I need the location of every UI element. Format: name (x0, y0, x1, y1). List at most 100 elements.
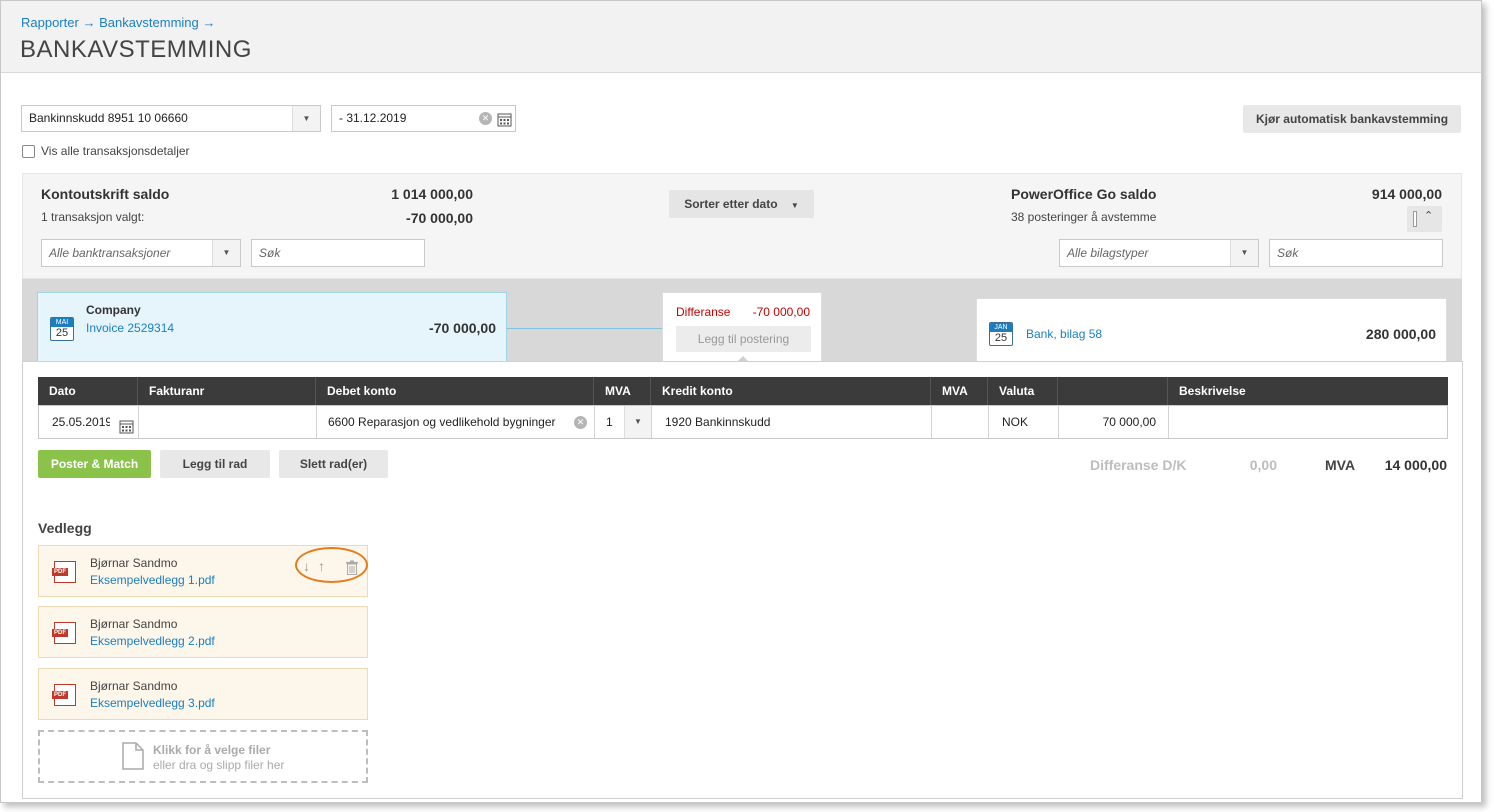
show-details-label: Vis alle transaksjonsdetaljer (41, 144, 190, 158)
file-icon (122, 742, 144, 770)
account-select[interactable]: Bankinnskudd 8951 10 06660 ▼ (21, 105, 321, 132)
voucher-type-filter-value: Alle bilagstyper (1067, 246, 1149, 260)
debit-account-cell[interactable]: 6600 Reparasjon og vedlikehold bygninger… (317, 406, 595, 438)
pdf-icon: PDF (52, 684, 76, 706)
column-header-amount (1058, 377, 1168, 405)
date-field-value: - 31.12.2019 (339, 111, 407, 125)
bank-search-input[interactable]: Søk (251, 239, 425, 267)
calendar-date-icon: MAI 25 (50, 317, 74, 341)
ledger-voucher-link[interactable]: Bank, bilag 58 (1026, 327, 1102, 341)
ledger-search-input[interactable]: Søk (1269, 239, 1443, 267)
pdf-icon-label: PDF (52, 568, 68, 576)
attachment-author: Bjørnar Sandmo (90, 556, 178, 570)
column-header-description: Beskrivelse (1179, 384, 1246, 398)
column-header-vat2: MVA (931, 377, 988, 405)
breadcrumb-link-rapporter[interactable]: Rapporter (21, 15, 79, 30)
delete-rows-button[interactable]: Slett rad(er) (279, 450, 388, 478)
trash-icon[interactable] (345, 560, 359, 575)
breadcrumb-link-bankavstemming[interactable]: Bankavstemming (99, 15, 199, 30)
date-cell-value: 25.05.2019 (52, 415, 110, 429)
clear-icon[interactable]: ✕ (479, 112, 492, 125)
auto-reconcile-button[interactable]: Kjør automatisk bankavstemming (1243, 105, 1461, 133)
difference-dk-label: Differanse D/K (1090, 457, 1187, 473)
calendar-day: 25 (994, 332, 1008, 344)
collapse-toggle[interactable]: ⌃ (1407, 206, 1442, 232)
amount-cell[interactable]: 70 000,00 (1059, 406, 1169, 438)
calendar-icon[interactable] (497, 111, 512, 127)
column-header-vat: MVA (594, 377, 651, 405)
dropzone-title: Klikk for å velge filer (153, 743, 271, 757)
app-window: Rapporter → Bankavstemming → BANKAVSTEMM… (0, 0, 1482, 803)
ledger-entry-card[interactable]: JAN 25 Bank, bilag 58 280 000,00 (976, 298, 1447, 362)
difference-card: Differanse -70 000,00 Legg til postering (662, 292, 822, 364)
attachment-file-link[interactable]: Eksempelvedlegg 2.pdf (90, 634, 215, 648)
invoice-cell[interactable] (139, 406, 317, 438)
attachment-item[interactable]: PDF Bjørnar Sandmo Eksempelvedlegg 1.pdf… (38, 545, 368, 597)
calendar-icon[interactable] (119, 414, 134, 434)
ledger-count-label: 38 posteringer å avstemme (1011, 210, 1157, 224)
difference-amount: -70 000,00 (752, 305, 810, 319)
chevron-down-icon[interactable]: ▼ (292, 106, 320, 131)
column-header-invoice: Fakturanr (138, 377, 316, 405)
show-details-checkbox[interactable] (22, 145, 35, 158)
ledger-amount: 280 000,00 (1365, 326, 1436, 342)
bank-balance-title: Kontoutskrift saldo (41, 186, 170, 202)
vat2-cell[interactable] (932, 406, 989, 438)
move-up-icon[interactable]: ↑ (318, 558, 325, 574)
clear-icon[interactable]: ✕ (574, 416, 587, 429)
date-field[interactable]: - 31.12.2019 ✕ (331, 105, 516, 132)
page-title: BANKAVSTEMMING (20, 36, 252, 63)
bank-transaction-filter-value: Alle banktransaksjoner (49, 246, 171, 260)
attachment-item[interactable]: PDF Bjørnar Sandmo Eksempelvedlegg 2.pdf (38, 606, 368, 658)
dropzone-subtitle: eller dra og slipp filer her (153, 758, 285, 772)
pdf-icon-label: PDF (52, 691, 68, 699)
attachment-file-link[interactable]: Eksempelvedlegg 3.pdf (90, 696, 215, 710)
header: Rapporter → Bankavstemming → BANKAVSTEMM… (1, 1, 1481, 73)
pdf-icon: PDF (52, 561, 76, 583)
vat-total-value: 14 000,00 (1384, 457, 1447, 473)
sort-by-date-button[interactable]: Sorter etter dato ▼ (669, 190, 814, 218)
breadcrumb-separator: → (202, 15, 216, 30)
post-and-match-button[interactable]: Poster & Match (38, 450, 151, 478)
voucher-type-filter[interactable]: Alle bilagstyper ▼ (1059, 239, 1259, 267)
date-cell[interactable]: 25.05.2019 (39, 406, 139, 438)
bank-transaction-filter[interactable]: Alle banktransaksjoner ▼ (41, 239, 241, 267)
ledger-balance-value: 914 000,00 (1371, 186, 1442, 202)
attachment-item[interactable]: PDF Bjørnar Sandmo Eksempelvedlegg 3.pdf (38, 668, 368, 720)
add-posting-button[interactable]: Legg til postering (676, 326, 811, 352)
selected-amount: -70 000,00 (406, 210, 473, 226)
ledger-balance-title: PowerOffice Go saldo (1011, 186, 1157, 202)
calendar-month: JAN (990, 323, 1012, 332)
sort-button-label: Sorter etter dato (684, 197, 778, 211)
chevron-up-icon: ⌃ (1424, 210, 1434, 222)
bank-transaction-card[interactable]: MAI 25 Company Invoice 2529314 -70 000,0… (37, 292, 507, 362)
column-header-debit: Debet konto (316, 377, 594, 405)
description-cell[interactable] (1169, 406, 1447, 438)
attachment-file-link[interactable]: Eksempelvedlegg 1.pdf (90, 573, 215, 587)
transaction-amount: -70 000,00 (429, 320, 496, 336)
file-dropzone[interactable]: Klikk for å velge filer eller dra og sli… (38, 730, 368, 783)
match-connector-line (507, 328, 663, 329)
chevron-down-icon[interactable]: ▼ (1230, 240, 1258, 266)
attachments-title: Vedlegg (38, 520, 92, 536)
calendar-day: 25 (55, 327, 69, 339)
debit-account-value: 6600 Reparasjon og vedlikehold bygninger (328, 415, 556, 429)
currency-cell[interactable]: NOK (989, 406, 1059, 438)
vat-select-value: 1 (606, 415, 613, 429)
chevron-down-icon[interactable]: ▼ (212, 240, 240, 266)
pdf-icon: PDF (52, 622, 76, 644)
difference-label: Differanse (676, 305, 731, 319)
summary-panel: Kontoutskrift saldo 1 014 000,00 1 trans… (22, 173, 1462, 279)
transaction-invoice-link[interactable]: Invoice 2529314 (86, 321, 174, 335)
chevron-down-icon[interactable]: ▼ (624, 406, 651, 438)
account-select-value: Bankinnskudd 8951 10 06660 (29, 111, 188, 125)
breadcrumb-separator: → (82, 15, 96, 30)
credit-account-cell[interactable]: 1920 Bankinnskudd (652, 406, 932, 438)
selected-count-label: 1 transaksjon valgt: (41, 210, 145, 224)
vat-select[interactable]: 1 ▼ (595, 406, 652, 438)
difference-dk-value: 0,00 (1249, 457, 1277, 473)
move-down-icon[interactable]: ↓ (303, 558, 310, 574)
add-row-button[interactable]: Legg til rad (160, 450, 270, 478)
attachment-author: Bjørnar Sandmo (90, 617, 178, 631)
attachment-author: Bjørnar Sandmo (90, 679, 178, 693)
